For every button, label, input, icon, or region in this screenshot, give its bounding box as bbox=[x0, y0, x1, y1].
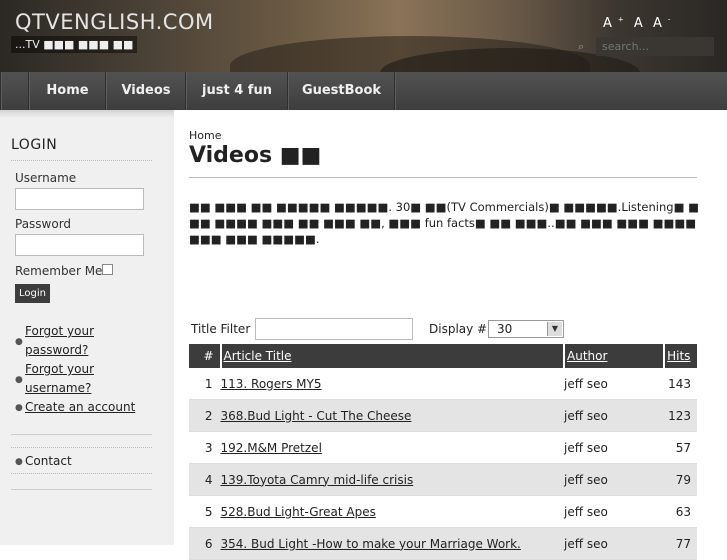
table-row: 6 354. Bud Light -How to make your Marri… bbox=[189, 527, 697, 560]
author-cell: jeff seo bbox=[564, 399, 665, 432]
breadcrumb[interactable]: Home bbox=[189, 129, 221, 142]
display-count-value: 30 bbox=[497, 322, 513, 336]
username-field[interactable] bbox=[15, 188, 144, 210]
table-row: 2 368.Bud Light - Cut The Cheese jeff se… bbox=[189, 399, 697, 432]
nav-item-guestbook[interactable]: GuestBook bbox=[287, 72, 395, 110]
hits-cell: 143 bbox=[664, 368, 697, 400]
divider bbox=[11, 434, 152, 435]
sort-by-hits-link[interactable]: Hits bbox=[667, 349, 690, 363]
row-number: 5 bbox=[189, 495, 221, 528]
sort-by-author-link[interactable]: Author bbox=[567, 349, 607, 363]
author-cell: jeff seo bbox=[564, 527, 665, 560]
hits-cell: 63 bbox=[664, 495, 697, 528]
divider bbox=[11, 160, 152, 161]
author-cell: jeff seo bbox=[564, 495, 665, 528]
row-number: 6 bbox=[189, 527, 221, 560]
category-description: ■■ ■■■ ■■ ■■■■■ ■■■■■. 30■ ■■(TV Commerc… bbox=[189, 200, 699, 246]
article-link[interactable]: 528.Bud Light-Great Apes bbox=[221, 505, 376, 519]
table-row: 1 113. Rogers MY5 jeff seo 143 bbox=[189, 368, 697, 400]
font-reset-button[interactable]: A bbox=[634, 16, 643, 31]
forgot-password-link[interactable]: Forgot your password? bbox=[25, 322, 105, 360]
bullet-icon: ● bbox=[15, 457, 23, 467]
remember-me-label: Remember Me bbox=[15, 264, 103, 278]
bullet-icon: ● bbox=[15, 375, 23, 385]
title-filter-input[interactable] bbox=[255, 318, 413, 340]
title-filter-label: Title Filter bbox=[191, 322, 251, 336]
divider bbox=[11, 447, 152, 448]
login-title: LOGIN bbox=[11, 137, 58, 153]
author-cell: jeff seo bbox=[564, 431, 665, 464]
nav-shadow bbox=[0, 110, 174, 118]
chevron-down-icon: ▼ bbox=[547, 322, 562, 336]
row-number: 1 bbox=[189, 368, 221, 400]
table-row: 3 192.M&M Pretzel jeff seo 57 bbox=[189, 431, 697, 464]
display-count-label: Display # bbox=[429, 322, 488, 336]
table-row: 5 528.Bud Light-Great Apes jeff seo 63 bbox=[189, 495, 697, 528]
column-header-number: # bbox=[189, 344, 222, 368]
hits-cell: 77 bbox=[664, 527, 697, 560]
column-header-author: Author bbox=[564, 344, 666, 368]
hits-cell: 123 bbox=[664, 399, 697, 432]
password-label: Password bbox=[15, 217, 72, 231]
table-row: 4 139.Toyota Camry mid-life crisis jeff … bbox=[189, 463, 697, 496]
article-link[interactable]: 192.M&M Pretzel bbox=[221, 441, 322, 455]
article-link[interactable]: 354. Bud Light -How to make your Marriag… bbox=[221, 537, 521, 551]
article-title-cell: 113. Rogers MY5 bbox=[220, 368, 565, 400]
nav-item-just-4-fun[interactable]: just 4 fun bbox=[185, 72, 288, 110]
sidebar: LOGIN Username Password Remember Me Logi… bbox=[0, 110, 174, 545]
search-input[interactable] bbox=[596, 37, 714, 56]
hits-cell: 79 bbox=[664, 463, 697, 496]
nav-separator bbox=[394, 72, 396, 110]
font-increase-button[interactable]: A + bbox=[603, 16, 624, 31]
font-decrease-button[interactable]: A- bbox=[653, 16, 670, 31]
main-nav: Home Videos just 4 fun GuestBook bbox=[0, 72, 727, 110]
page-title: Videos ■■ bbox=[189, 143, 322, 168]
site-title[interactable]: QTVENGLISH.COM bbox=[15, 10, 214, 34]
remember-me-checkbox[interactable] bbox=[102, 264, 113, 275]
site-tagline: ...TV ■■■ ■■■ ■■ bbox=[11, 36, 138, 53]
bullet-icon: ● bbox=[15, 403, 23, 413]
row-number: 3 bbox=[189, 431, 221, 464]
contact-link[interactable]: Contact bbox=[25, 452, 72, 471]
create-account-link[interactable]: Create an account bbox=[25, 398, 155, 417]
divider bbox=[189, 177, 697, 178]
nav-item-home[interactable]: Home bbox=[28, 72, 106, 110]
table-header-row: # Article Title Author Hits bbox=[189, 344, 697, 368]
article-link[interactable]: 113. Rogers MY5 bbox=[221, 377, 322, 391]
article-title-cell: 354. Bud Light -How to make your Marriag… bbox=[220, 527, 565, 560]
nav-item-videos[interactable]: Videos bbox=[105, 72, 186, 110]
bullet-icon: ● bbox=[15, 337, 23, 347]
row-number: 2 bbox=[189, 399, 221, 432]
divider bbox=[11, 473, 152, 474]
password-field[interactable] bbox=[15, 234, 144, 256]
display-count-select[interactable]: 30 ▼ bbox=[488, 320, 564, 338]
author-cell: jeff seo bbox=[564, 368, 665, 400]
article-link[interactable]: 139.Toyota Camry mid-life crisis bbox=[221, 473, 414, 487]
login-button[interactable]: Login bbox=[15, 284, 50, 303]
site-header: QTVENGLISH.COM ...TV ■■■ ■■■ ■■ A + A A- … bbox=[0, 0, 727, 72]
divider bbox=[11, 489, 152, 490]
article-title-cell: 139.Toyota Camry mid-life crisis bbox=[220, 463, 565, 496]
article-title-cell: 192.M&M Pretzel bbox=[220, 431, 565, 464]
article-title-cell: 528.Bud Light-Great Apes bbox=[220, 495, 565, 528]
article-link[interactable]: 368.Bud Light - Cut The Cheese bbox=[221, 409, 412, 423]
article-title-cell: 368.Bud Light - Cut The Cheese bbox=[220, 399, 565, 432]
articles-table: # Article Title Author Hits 1 113. Roger… bbox=[189, 344, 697, 560]
column-header-hits: Hits bbox=[664, 344, 697, 368]
forgot-username-link[interactable]: Forgot your username? bbox=[25, 360, 105, 398]
font-size-controls: A + A A- bbox=[603, 16, 676, 31]
hits-cell: 57 bbox=[664, 431, 697, 464]
sort-by-title-link[interactable]: Article Title bbox=[224, 349, 292, 363]
search-icon: ⌕ bbox=[578, 40, 585, 53]
column-header-title: Article Title bbox=[220, 344, 566, 368]
nav-separator bbox=[0, 72, 29, 110]
row-number: 4 bbox=[189, 463, 221, 496]
username-label: Username bbox=[15, 171, 77, 185]
author-cell: jeff seo bbox=[564, 463, 665, 496]
